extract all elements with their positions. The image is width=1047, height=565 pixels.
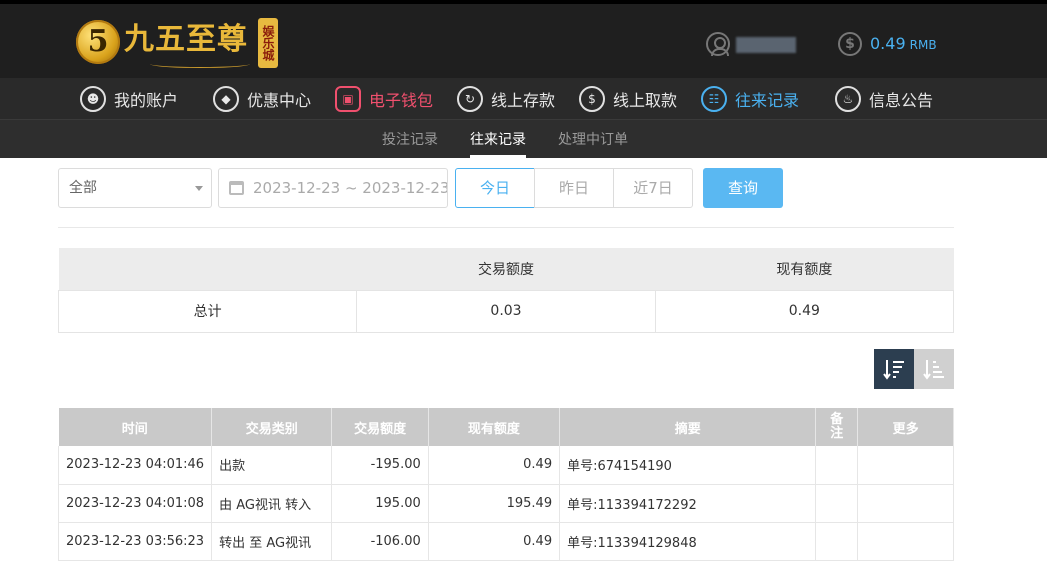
summary-cell: 0.49: [654, 289, 955, 333]
table-row[interactable]: 2023-12-23 04:01:46 出款 -195.00 0.49 单号:6…: [57, 446, 954, 485]
tab-transaction-records[interactable]: 往来记录: [470, 129, 526, 158]
summary-header-cell: [58, 248, 357, 290]
filter-today-button[interactable]: 今日: [455, 168, 535, 208]
nav-e-wallet[interactable]: ▣ 电子钱包: [335, 84, 433, 114]
filter-last7-button[interactable]: 近7日: [613, 168, 693, 208]
summary-cell: 总计: [57, 289, 358, 333]
top-header: 5 九五至尊 娱乐城 $ 0.49 RMB: [0, 0, 1047, 78]
cell-balance: 0.49: [428, 522, 561, 561]
cell-summary: 单号:113394129848: [559, 522, 817, 561]
dollar-icon: $: [838, 32, 862, 56]
nav-online-withdraw[interactable]: $ 线上取款: [579, 84, 677, 114]
cell-time: 2023-12-23 04:01:46: [57, 446, 213, 485]
date-range-value: 2023-12-23 ~ 2023-12-23: [253, 179, 448, 197]
nav-online-deposit[interactable]: ↻ 线上存款: [457, 84, 555, 114]
col-header-balance[interactable]: 现有额度: [428, 408, 561, 446]
cell-more[interactable]: [857, 446, 954, 485]
summary-header-row: 交易额度 现有额度: [58, 248, 954, 290]
cell-more[interactable]: [857, 484, 954, 523]
nav-my-account[interactable]: ☻ 我的账户: [80, 84, 178, 114]
nav-label: 线上取款: [613, 91, 678, 110]
bell-icon: ♨: [835, 86, 861, 112]
records-table: 时间 交易类别 交易额度 现有额度 摘要 备注 更多 2023-12-23 04…: [57, 408, 954, 561]
summary-cell: 0.03: [356, 289, 656, 333]
main-nav: ☻ 我的账户 ◆ 优惠中心 ▣ 电子钱包 ↻ 线上存款 $ 线上取款 ☷ 往来记录 ♨ 信息公…: [0, 78, 1047, 120]
deposit-icon: ↻: [457, 86, 483, 112]
wallet-icon: ▣: [335, 86, 361, 112]
logo-text: 九五至尊: [124, 22, 248, 57]
cell-time: 2023-12-23 04:01:08: [57, 484, 213, 523]
sort-ascending-button[interactable]: [914, 349, 954, 389]
nav-label: 电子钱包: [369, 91, 434, 110]
sort-desc-icon: [883, 360, 904, 380]
tab-pending-orders[interactable]: 处理中订单: [558, 129, 628, 149]
cell-type: 出款: [211, 446, 333, 485]
records-header-row: 时间 交易类别 交易额度 现有额度 摘要 备注 更多: [58, 408, 954, 446]
type-select[interactable]: 全部: [58, 168, 212, 208]
tab-bet-records[interactable]: 投注记录: [382, 129, 438, 149]
summary-table: 交易额度 现有额度 总计 0.03 0.49: [57, 248, 955, 333]
cell-amount: 195.00: [331, 484, 429, 523]
divider: [58, 227, 954, 228]
nav-promotions[interactable]: ◆ 优惠中心: [213, 84, 311, 114]
col-header-time[interactable]: 时间: [58, 408, 213, 446]
nav-label: 往来记录: [735, 91, 800, 110]
records-icon: ☷: [701, 86, 727, 112]
chevron-down-icon: [195, 186, 203, 191]
summary-row: 总计 0.03 0.49: [57, 289, 955, 333]
cell-more[interactable]: [857, 522, 954, 561]
cell-summary: 单号:113394172292: [559, 484, 817, 523]
cell-note: [815, 522, 859, 561]
balance-amount: 0.49 RMB: [870, 34, 937, 53]
summary-header-cell: 现有额度: [655, 248, 954, 290]
table-row[interactable]: 2023-12-23 04:01:08 由 AG视讯 转入 195.00 195…: [57, 484, 954, 523]
cell-type: 由 AG视讯 转入: [211, 484, 333, 523]
user-avatar-icon: [706, 32, 730, 56]
withdraw-icon: $: [579, 86, 605, 112]
query-button[interactable]: 查询: [703, 168, 783, 208]
cell-note: [815, 484, 859, 523]
cell-amount: -195.00: [331, 446, 429, 485]
nav-label: 优惠中心: [247, 91, 312, 110]
username-redacted: [736, 37, 796, 53]
nav-label: 信息公告: [869, 91, 934, 110]
cell-balance: 195.49: [428, 484, 561, 523]
cell-balance: 0.49: [428, 446, 561, 485]
cell-amount: -106.00: [331, 522, 429, 561]
type-select-value: 全部: [69, 180, 97, 196]
cell-type: 转出 至 AG视讯: [211, 522, 333, 561]
filter-yesterday-button[interactable]: 昨日: [534, 168, 614, 208]
gift-icon: ◆: [213, 86, 239, 112]
user-icon: ☻: [80, 86, 106, 112]
col-header-summary[interactable]: 摘要: [559, 408, 817, 446]
logo-badge: 娱乐城: [258, 18, 278, 68]
nav-transaction-records[interactable]: ☷ 往来记录: [701, 84, 799, 114]
nav-label: 线上存款: [491, 91, 556, 110]
logo-swirl-decoration: [150, 60, 250, 68]
summary-header-cell: 交易额度: [356, 248, 656, 290]
col-header-note[interactable]: 备注: [815, 408, 859, 446]
col-header-amount[interactable]: 交易额度: [331, 408, 429, 446]
col-header-more[interactable]: 更多: [857, 408, 954, 446]
cell-time: 2023-12-23 03:56:23: [57, 522, 213, 561]
table-row[interactable]: 2023-12-23 03:56:23 转出 至 AG视讯 -106.00 0.…: [57, 522, 954, 561]
nav-label: 我的账户: [114, 91, 179, 110]
sub-nav: 投注记录 往来记录 处理中订单: [0, 120, 1047, 158]
sort-asc-icon: [923, 360, 944, 380]
cell-note: [815, 446, 859, 485]
calendar-icon: [229, 181, 244, 195]
col-header-type[interactable]: 交易类别: [211, 408, 333, 446]
sort-descending-button[interactable]: [874, 349, 914, 389]
cell-summary: 单号:674154190: [559, 446, 817, 485]
nav-announcements[interactable]: ♨ 信息公告: [835, 84, 933, 114]
logo-emblem: 5: [76, 20, 120, 64]
date-range-input[interactable]: 2023-12-23 ~ 2023-12-23: [218, 168, 448, 208]
brand-logo[interactable]: 5 九五至尊 娱乐城: [76, 16, 286, 72]
